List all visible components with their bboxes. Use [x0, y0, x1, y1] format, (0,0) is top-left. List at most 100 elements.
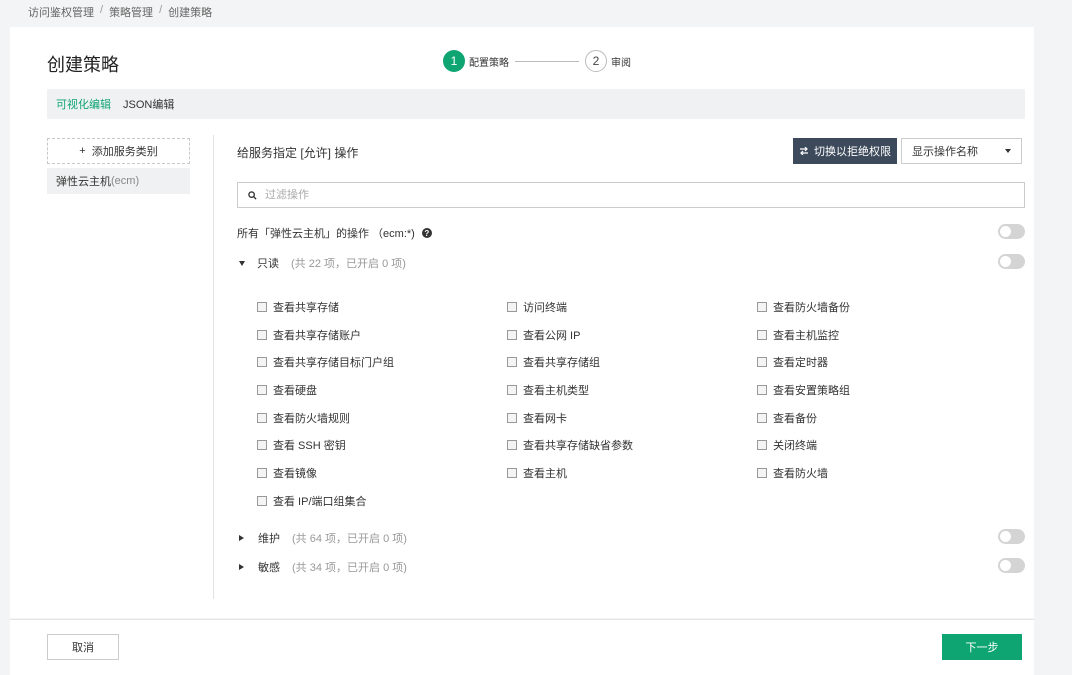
op-checkbox-item[interactable]: 查看共享存储目标门户组 [257, 348, 507, 376]
main-panel: 创建策略 1 配置策略 2 审阅 可视化编辑 JSON编辑 + 添加服务类别 弹… [10, 27, 1034, 618]
cancel-button[interactable]: 取消 [47, 634, 119, 660]
caret-down-icon [239, 260, 245, 266]
op-label: 查看定时器 [773, 357, 828, 370]
op-checkbox-item[interactable]: 访问终端 [507, 293, 757, 321]
chevron-down-icon [1005, 149, 1011, 153]
group-sensitive-header[interactable]: 敏感 (共 34 项，已开启 0 项) [239, 559, 407, 575]
checkbox[interactable] [757, 357, 767, 368]
op-label: 查看网卡 [523, 412, 567, 425]
op-checkbox-item[interactable]: 查看共享存储 [257, 293, 507, 321]
op-checkbox-item[interactable]: 查看镜像 [257, 459, 507, 487]
group-sensitive-toggle[interactable] [998, 558, 1025, 573]
op-checkbox-item[interactable]: 查看安置策略组 [757, 376, 1007, 404]
checkbox[interactable] [507, 301, 517, 312]
group-readonly-header[interactable]: 只读 (共 22 项，已开启 0 项) [239, 255, 406, 271]
help-icon[interactable]: ? [421, 228, 432, 238]
group-name: 敏感 [258, 562, 280, 574]
checkbox[interactable] [257, 357, 267, 368]
breadcrumb-separator: / [100, 4, 104, 16]
checkbox[interactable] [257, 384, 267, 395]
plus-icon: + [79, 145, 86, 157]
op-label: 查看防火墙 [773, 467, 828, 480]
step-2-label: 审阅 [611, 57, 631, 69]
op-checkbox-item[interactable]: 查看公网 IP [507, 321, 757, 349]
add-service-button[interactable]: + 添加服务类别 [47, 138, 190, 164]
op-checkbox-item[interactable]: 查看硬盘 [257, 376, 507, 404]
op-label: 查看安置策略组 [773, 384, 850, 397]
switch-deny-button[interactable]: 切换以拒绝权限 [793, 138, 897, 164]
checkbox[interactable] [507, 384, 517, 395]
checkbox[interactable] [757, 440, 767, 451]
caret-right-icon [239, 535, 244, 541]
checkbox[interactable] [507, 467, 517, 478]
checkbox[interactable] [757, 467, 767, 478]
group-readonly-toggle[interactable] [998, 254, 1025, 269]
checkbox[interactable] [257, 329, 267, 340]
op-checkbox-item[interactable]: 关闭终端 [757, 431, 1007, 459]
checkbox[interactable] [507, 329, 517, 340]
op-checkbox-item[interactable]: 查看网卡 [507, 404, 757, 432]
page-title: 创建策略 [47, 55, 119, 75]
checkbox[interactable] [257, 301, 267, 312]
group-maintain-toggle[interactable] [998, 529, 1025, 544]
op-checkbox-item[interactable]: 查看防火墙 [757, 459, 1007, 487]
op-checkbox-item[interactable]: 查看共享存储缺省参数 [507, 431, 757, 459]
switch-deny-label: 切换以拒绝权限 [814, 146, 891, 158]
filter-box [237, 182, 1025, 208]
step-1-label: 配置策略 [469, 57, 509, 69]
breadcrumb: 访问鉴权管理 / 策略管理 / 创建策略 [28, 4, 212, 20]
stepper: 1 配置策略 2 审阅 [443, 50, 631, 72]
op-checkbox-item[interactable]: 查看主机监控 [757, 321, 1007, 349]
checkbox[interactable] [507, 357, 517, 368]
checkbox[interactable] [257, 495, 267, 506]
op-checkbox-item[interactable]: 查看 SSH 密钥 [257, 431, 507, 459]
breadcrumb-separator: / [159, 4, 163, 16]
op-checkbox-item[interactable]: 查看防火墙备份 [757, 293, 1007, 321]
op-label: 关闭终端 [773, 440, 817, 453]
checkbox[interactable] [757, 384, 767, 395]
op-label: 查看主机类型 [523, 384, 589, 397]
breadcrumb-item-policy-mgmt[interactable]: 策略管理 [109, 4, 153, 20]
group-name: 只读 [257, 258, 279, 270]
next-button[interactable]: 下一步 [942, 634, 1022, 660]
op-checkbox-item[interactable]: 查看 IP/端口组集合 [257, 487, 507, 515]
checkbox[interactable] [257, 440, 267, 451]
op-label: 查看共享存储账户 [273, 329, 361, 342]
checkbox[interactable] [507, 440, 517, 451]
op-label: 查看镜像 [273, 467, 317, 480]
tab-json-edit[interactable]: JSON编辑 [123, 96, 174, 112]
sidebar-item-ecm[interactable]: 弹性云主机 (ecm) [47, 168, 190, 194]
op-checkbox-item[interactable]: 查看定时器 [757, 348, 1007, 376]
filter-input[interactable] [265, 189, 965, 201]
display-mode-select[interactable]: 显示操作名称 [901, 138, 1022, 164]
op-checkbox-item[interactable]: 查看备份 [757, 404, 1007, 432]
group-name: 维护 [258, 533, 280, 545]
checkbox[interactable] [257, 412, 267, 423]
all-actions-row: 所有「弹性云主机」的操作 （ecm:*) ? [237, 225, 432, 241]
tab-visual-edit[interactable]: 可视化编辑 [56, 96, 111, 112]
readonly-ops-grid: 查看共享存储 访问终端 查看防火墙备份 查看共享存储账户 查看公网 IP 查看主机监控 查看… [257, 293, 1017, 515]
group-maintain-header[interactable]: 维护 (共 64 项，已开启 0 项) [239, 530, 407, 546]
group-count: (共 34 项，已开启 0 项) [292, 562, 407, 574]
vertical-divider [213, 135, 214, 599]
search-icon [248, 190, 257, 200]
op-label: 查看防火墙备份 [773, 301, 850, 314]
group-count: (共 64 项，已开启 0 项) [292, 533, 407, 545]
op-checkbox-item[interactable]: 查看共享存储账户 [257, 321, 507, 349]
add-service-label: 添加服务类别 [91, 146, 158, 158]
op-checkbox-item[interactable]: 查看共享存储组 [507, 348, 757, 376]
checkbox[interactable] [507, 412, 517, 423]
breadcrumb-item-access-auth[interactable]: 访问鉴权管理 [28, 4, 94, 20]
checkbox[interactable] [757, 301, 767, 312]
checkbox[interactable] [757, 329, 767, 340]
op-checkbox-item[interactable]: 查看防火墙规则 [257, 404, 507, 432]
all-actions-toggle[interactable] [998, 224, 1025, 239]
display-mode-value: 显示操作名称 [912, 146, 978, 158]
checkbox[interactable] [257, 467, 267, 478]
op-checkbox-item[interactable]: 查看主机类型 [507, 376, 757, 404]
breadcrumb-item-create-policy: 创建策略 [168, 7, 213, 19]
step-1-circle: 1 [443, 50, 465, 72]
checkbox[interactable] [757, 412, 767, 423]
op-checkbox-item[interactable]: 查看主机 [507, 459, 757, 487]
caret-right-icon [239, 564, 244, 570]
